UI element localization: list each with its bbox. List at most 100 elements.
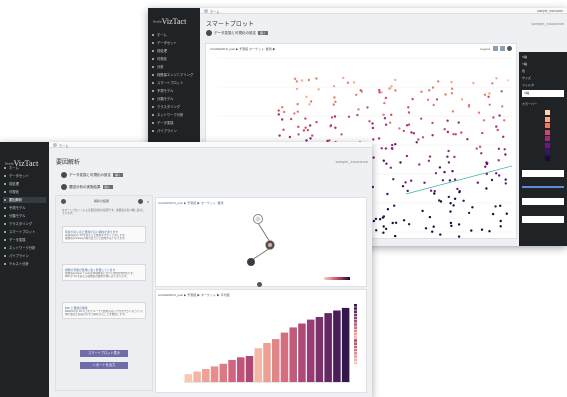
bar[interactable]	[237, 357, 245, 382]
open-tag[interactable]: 開く	[113, 173, 124, 177]
sidebar-item[interactable]: クラスタリング	[3, 221, 46, 227]
sidebar-item[interactable]: 分類モデル	[3, 213, 46, 219]
sidebar-item[interactable]: データ変換	[151, 120, 197, 126]
scatter-point	[401, 185, 405, 188]
filter-select[interactable]	[522, 170, 564, 177]
legend-swatch	[354, 345, 357, 349]
scatter-point	[450, 80, 453, 84]
scatter-point	[347, 115, 351, 119]
bar-chart[interactable]	[156, 290, 368, 394]
color-select[interactable]	[522, 216, 564, 223]
sidebar-item[interactable]: 分類モデル	[151, 96, 197, 102]
expand-handle[interactable]	[257, 282, 262, 287]
sidebar-item[interactable]: 可視化	[151, 56, 197, 62]
bar[interactable]	[315, 317, 324, 382]
scatter-point	[378, 88, 381, 92]
scatter-point	[446, 130, 450, 134]
bar[interactable]	[245, 356, 254, 382]
sidebar-item[interactable]: ホーム	[151, 32, 197, 38]
settings-row[interactable]: 色	[522, 69, 564, 74]
bar[interactable]	[254, 348, 263, 382]
bar[interactable]	[280, 332, 289, 382]
sidebar-item[interactable]: 予測モデル	[3, 205, 46, 211]
bar[interactable]	[306, 319, 315, 382]
scatter-point	[443, 128, 446, 131]
open-tag[interactable]: 開く	[102, 185, 113, 189]
home-icon[interactable]	[204, 9, 208, 13]
sidebar-item[interactable]: 前処理	[3, 181, 46, 187]
open-tag[interactable]: 開く	[258, 31, 269, 35]
close-icon[interactable]: ×	[147, 199, 149, 204]
decision-tree[interactable]	[156, 198, 368, 288]
bar[interactable]	[298, 323, 306, 383]
sidebar-item[interactable]: 分析	[151, 64, 197, 70]
bar[interactable]	[289, 327, 297, 382]
scatter-point	[296, 110, 299, 113]
scatter-point	[386, 208, 390, 211]
bar[interactable]	[324, 313, 332, 382]
bar[interactable]	[210, 366, 219, 382]
sidebar-item[interactable]: パイプライン	[3, 253, 46, 259]
topbar-label[interactable]: ホーム	[59, 143, 68, 148]
settings-row[interactable]: X軸	[522, 55, 564, 60]
legend-swatch	[354, 336, 357, 339]
sidebar-item[interactable]: 前処理	[151, 48, 197, 54]
settings-icon[interactable]	[138, 199, 143, 204]
scatter-point	[380, 147, 383, 150]
settings-section-toggle[interactable]: データ変換と可視化の設定 開く	[61, 171, 124, 179]
bar[interactable]	[333, 310, 341, 383]
scatter-point	[438, 166, 442, 169]
sidebar-item[interactable]: スマートプロット	[3, 229, 46, 235]
result-section-toggle[interactable]: 要因分析の実施結果 開く	[61, 183, 113, 191]
sidebar-item[interactable]: テキスト分析	[3, 261, 46, 267]
topbar-user[interactable]: sample_insurance	[537, 9, 563, 13]
home-icon[interactable]	[53, 143, 57, 147]
sidebar-item[interactable]: データ変換	[3, 237, 46, 243]
bar[interactable]	[228, 359, 236, 382]
settings-row[interactable]: Y軸	[522, 62, 564, 67]
sidebar-item[interactable]: 特徴量エンジニアリング	[151, 72, 197, 78]
scatter-point	[488, 230, 491, 233]
settings-row[interactable]: フィルタ	[522, 83, 564, 88]
scatter-point	[382, 113, 385, 117]
sidebar-item[interactable]: 予測モデル	[151, 88, 197, 94]
sidebar-item[interactable]: ホーム	[3, 165, 46, 171]
bar[interactable]	[193, 371, 201, 382]
scatter-point	[334, 126, 337, 129]
settings-section-toggle[interactable]: データ変換と可視化の設定 開く	[206, 29, 269, 37]
scatter-point	[332, 85, 336, 88]
scatter-point	[449, 221, 453, 225]
show-smart-plot-button[interactable]: スマートプロット表示	[80, 350, 128, 357]
sidebar-item[interactable]: ネットワーク分析	[3, 245, 46, 251]
scatter-point	[375, 229, 378, 232]
bar[interactable]	[341, 307, 350, 382]
settings-row[interactable]: サイズ	[522, 76, 564, 81]
topbar-label[interactable]: ホーム	[210, 9, 219, 14]
result-card[interactable]: 年齢が高いほど費用が高い傾向があります 年齢(age)が 40 を超えると費用が大…	[62, 226, 146, 243]
tree-edge	[251, 247, 271, 261]
bar-chart-panel: ACADEMICS_pain ▶ 予測値 ▶ ターゲット ▶ 平均値	[155, 289, 367, 393]
sidebar-item[interactable]: データセット	[3, 173, 46, 179]
sidebar-item[interactable]: 要因解析	[3, 197, 46, 203]
x-axis-select[interactable]: X軸	[522, 90, 564, 97]
export-report-button[interactable]: レポートを出力	[80, 362, 128, 369]
sidebar-item[interactable]: クラスタリング	[151, 104, 197, 110]
range-slider[interactable]	[522, 186, 564, 188]
scatter-point	[484, 165, 487, 168]
bar[interactable]	[202, 369, 210, 382]
bar[interactable]	[271, 339, 280, 382]
size-select[interactable]	[522, 198, 564, 205]
bar[interactable]	[219, 363, 228, 382]
legend-swatch	[545, 123, 550, 128]
sidebar-item[interactable]: ネットワーク分析	[151, 112, 197, 118]
result-card[interactable]: 喫煙の有無が費用に強く影響しています 喫煙者(smoker = yes)は非喫煙者…	[62, 264, 146, 281]
bar[interactable]	[263, 343, 271, 382]
sidebar-item[interactable]: データセット	[151, 40, 197, 46]
sidebar-item[interactable]: 可視化	[3, 189, 46, 195]
result-card[interactable]: BMI と費用の関係 BMI(bmi)が 30 以上のグループで費用のばらつきが大…	[62, 302, 146, 319]
tree-node-2[interactable]	[247, 258, 255, 266]
sidebar-item[interactable]: パイプライン	[151, 128, 197, 134]
bar[interactable]	[184, 374, 193, 382]
scatter-point	[289, 117, 293, 121]
sidebar-item[interactable]: スマートプロット	[151, 80, 197, 86]
